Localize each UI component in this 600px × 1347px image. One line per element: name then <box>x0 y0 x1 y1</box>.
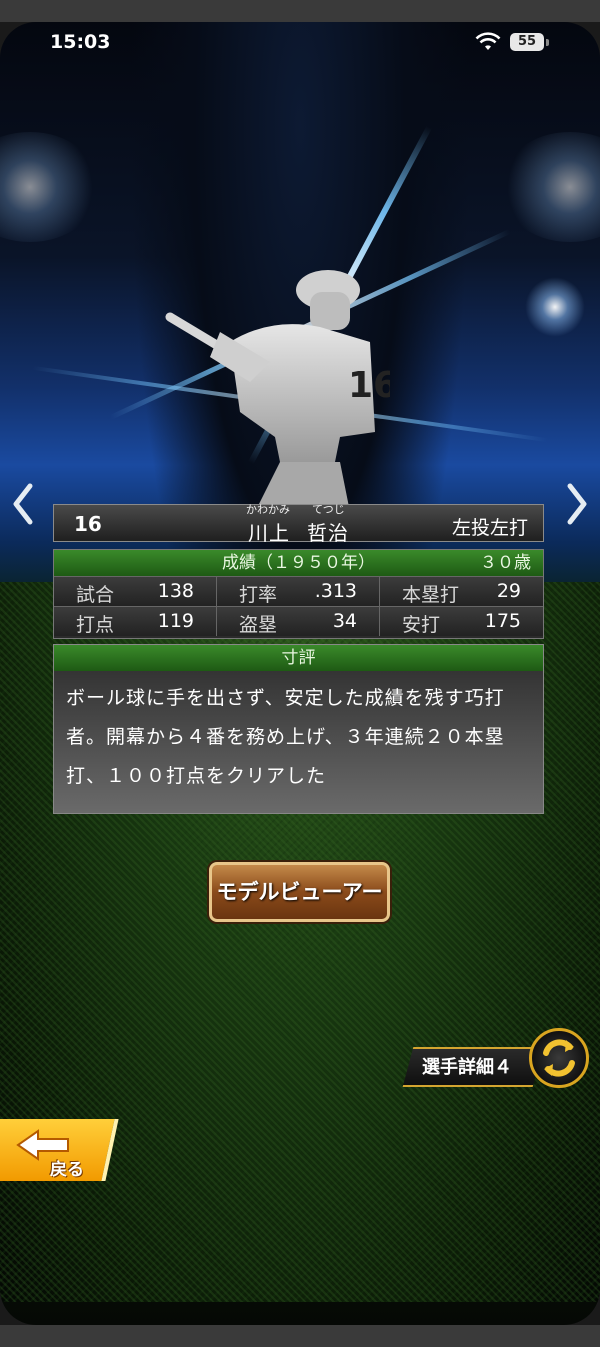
back-label: 戻る <box>50 1160 84 1180</box>
review-line: ボール球に手を出さず、安定した成績を残す巧打 <box>66 687 505 709</box>
chevron-right-icon <box>567 483 587 525</box>
stat-cell: 本塁打 29 <box>380 576 543 606</box>
stat-value: 175 <box>484 610 521 632</box>
player-name-bar: 16 かわかみ てつじ 川上 哲治 左投左打 <box>53 503 544 545</box>
battery-indicator: 55 <box>510 33 544 51</box>
review-text: ボール球に手を出さず、安定した成績を残す巧打 者。開幕から４番を務め上げ、３年連… <box>54 671 543 796</box>
player-age: ３０歳 <box>480 553 531 573</box>
name-ruby-given: てつじ <box>312 503 345 516</box>
stadium-light <box>525 277 585 337</box>
cycle-arrows-icon <box>543 1039 575 1077</box>
name-ruby-family: かわかみ <box>246 503 290 516</box>
stat-label: 打率 <box>239 584 278 606</box>
stat-label: 本塁打 <box>402 584 460 606</box>
cycle-icon[interactable] <box>529 1028 589 1088</box>
player-photo: 16 <box>165 270 390 512</box>
stat-cell: 打点 119 <box>54 606 217 636</box>
stat-cell: 打率 .313 <box>217 576 380 606</box>
stat-label: 盗塁 <box>239 614 278 636</box>
stat-cell: 盗塁 34 <box>217 606 380 636</box>
player-name-family: 川上 <box>248 521 290 545</box>
device-frame-bottom <box>0 1325 600 1347</box>
player-name-given: 哲治 <box>307 521 349 545</box>
player-detail-label: 選手詳細４ <box>422 1057 512 1078</box>
stat-cell: 試合 138 <box>54 576 217 606</box>
stats-grid: 試合 138 打率 .313 本塁打 29 打点 119 盗塁 34 安打 175 <box>54 576 543 636</box>
review-panel: 寸評 ボール球に手を出さず、安定した成績を残す巧打 者。開幕から４番を務め上げ、… <box>53 644 544 814</box>
stats-header: 成績（１９５０年） ３０歳 <box>54 550 543 576</box>
stat-value: .313 <box>314 580 357 602</box>
wifi-icon <box>475 32 501 50</box>
stats-panel: 成績（１９５０年） ３０歳 試合 138 打率 .313 本塁打 29 打点 119 盗… <box>53 549 544 639</box>
game-screen: 15:03 55 16 16 かわかみ てつじ 川上 哲治 左投左打 成績（１９… <box>0 22 600 1325</box>
stat-label: 打点 <box>76 614 115 636</box>
stats-title: 成績（１９５０年） <box>222 553 375 573</box>
stadium-light <box>0 132 100 242</box>
svg-text:16: 16 <box>348 365 390 406</box>
stat-label: 安打 <box>402 614 441 636</box>
stat-label: 試合 <box>76 584 115 606</box>
stat-value: 119 <box>157 610 194 632</box>
stadium-light <box>500 132 600 242</box>
prev-player-arrow[interactable] <box>8 482 38 532</box>
review-line: 打、１００打点をクリアした <box>66 765 327 787</box>
next-player-arrow[interactable] <box>562 482 592 532</box>
uniform-number: 16 <box>74 512 102 536</box>
stat-value: 29 <box>496 580 521 602</box>
stat-cell: 安打 175 <box>380 606 543 636</box>
review-line: 者。開幕から４番を務め上げ、３年連続２０本塁 <box>66 726 505 748</box>
throw-bat-hand: 左投左打 <box>451 517 528 539</box>
model-viewer-button[interactable]: モデルビューアー <box>209 862 390 922</box>
stat-value: 34 <box>332 610 357 632</box>
stat-value: 138 <box>157 580 194 602</box>
chevron-left-icon <box>13 483 33 525</box>
review-header: 寸評 <box>54 645 543 671</box>
battery-tip <box>546 39 549 46</box>
status-time: 15:03 <box>50 31 111 53</box>
device-frame-top <box>0 0 600 22</box>
status-bar: 15:03 55 <box>0 22 600 66</box>
